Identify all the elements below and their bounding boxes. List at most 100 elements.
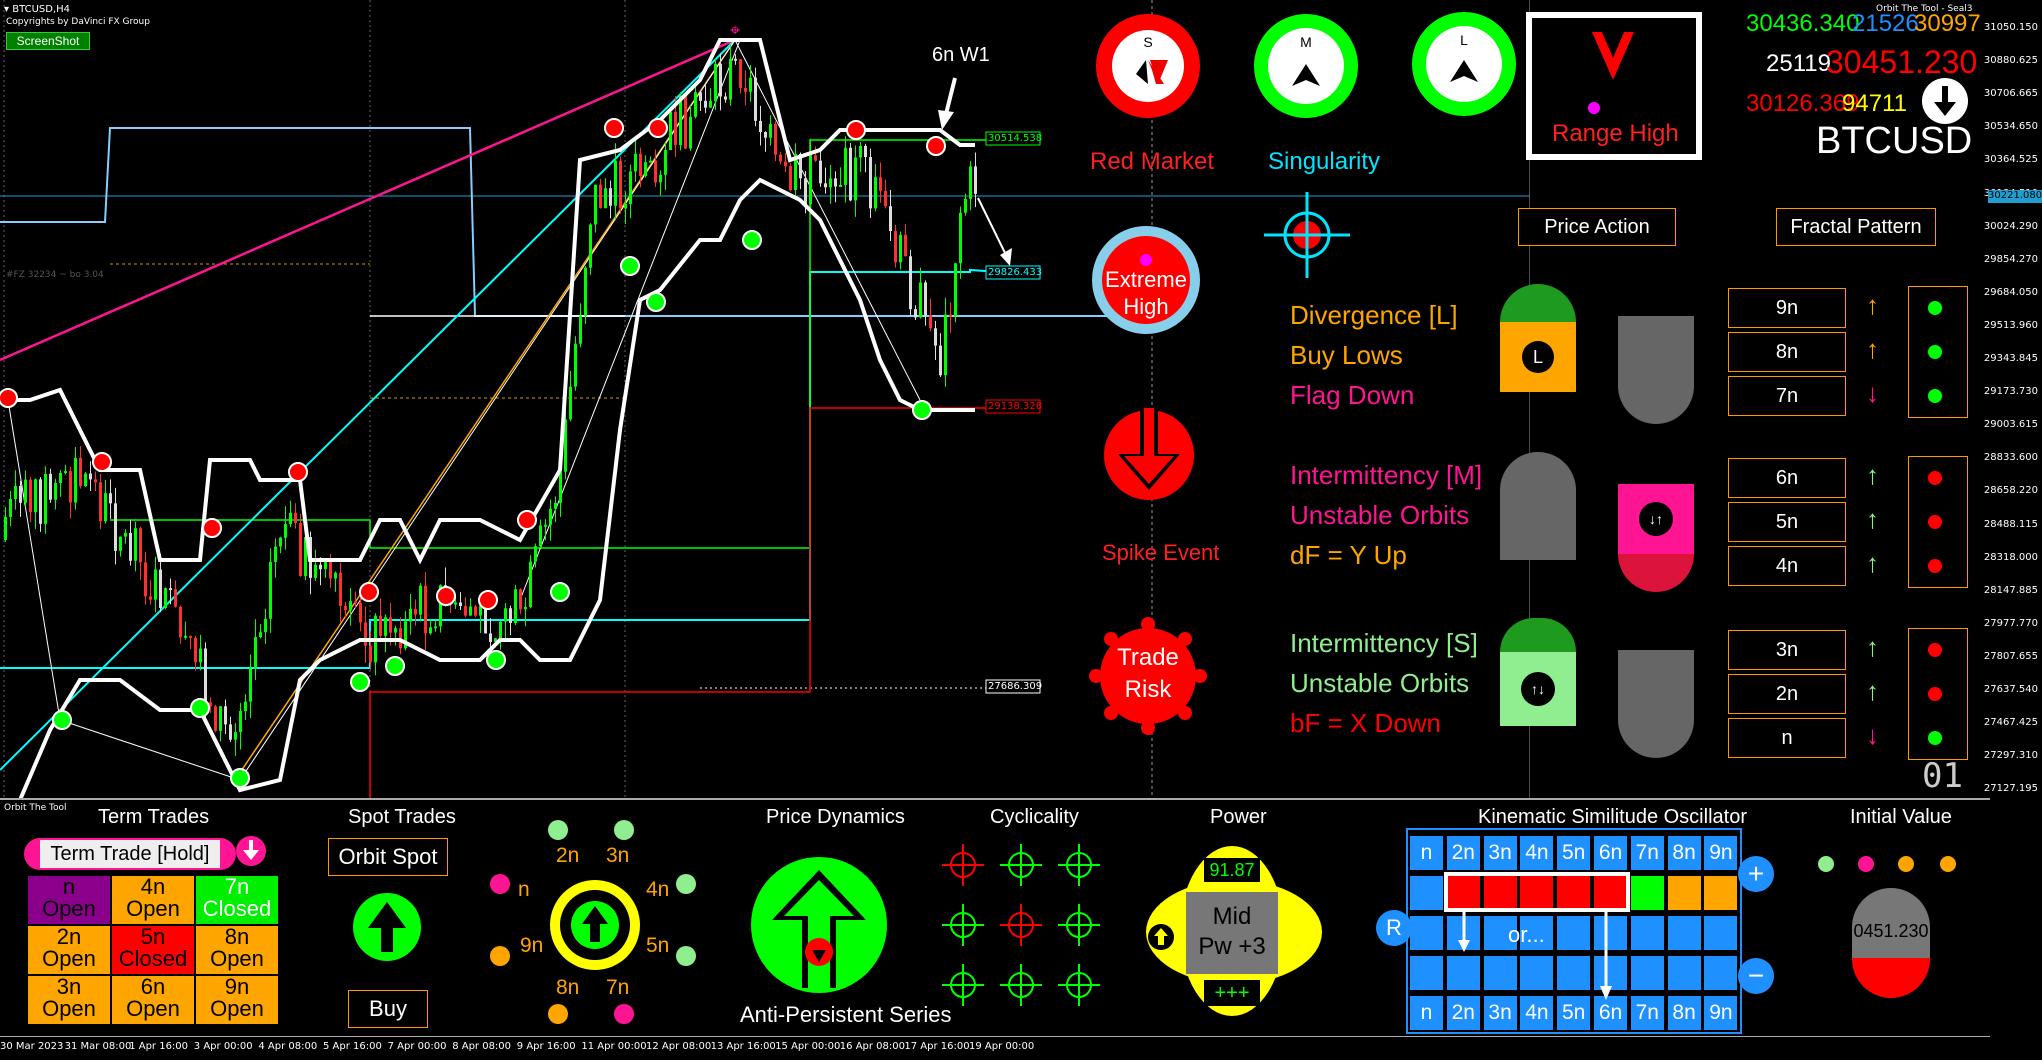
candle-body: [644, 162, 647, 177]
candle-body: [624, 203, 627, 209]
candle-body: [254, 637, 257, 669]
down-arrow-icon: ↓: [1866, 378, 1879, 408]
term-trade-cell[interactable]: 6n Open: [112, 976, 194, 1024]
candle-body: [614, 160, 617, 206]
group-m-line: Intermittency [M]: [1290, 460, 1483, 490]
down-arrow-icon[interactable]: [236, 836, 266, 866]
candle-body: [24, 479, 27, 503]
candle-body: [949, 314, 952, 317]
candle-body: [544, 524, 547, 527]
candle-body: [584, 267, 587, 316]
level-label: 27686.309: [988, 681, 1043, 692]
reset-button[interactable]: R: [1376, 910, 1412, 946]
candle-body: [894, 231, 897, 263]
term-trade-cell[interactable]: 7n Closed: [196, 876, 278, 924]
price-7: 94711: [1842, 90, 1907, 117]
price-tick: 27977.770: [1983, 617, 2038, 629]
candle-body: [49, 473, 52, 500]
term-trade-cell[interactable]: 2n Open: [28, 926, 110, 974]
date-tick: 31 Mar 08:00: [64, 1041, 132, 1052]
fractal-row-n[interactable]: n: [1728, 718, 1846, 758]
term-trade-cell[interactable]: 8n Open: [196, 926, 278, 974]
candle-body: [684, 95, 687, 149]
candle-body: [944, 314, 947, 376]
capsule-l: L: [1500, 284, 1576, 392]
power-title: Power: [1210, 806, 1267, 828]
date-tick: 12 Apr 08:00: [646, 1041, 712, 1052]
price-tick: 27127.195: [1983, 783, 2038, 795]
orbit-label: 2n: [556, 844, 580, 867]
orbit-label: n: [518, 878, 530, 901]
price-action-panel[interactable]: Price Action: [1518, 208, 1676, 246]
orbit-spot-button[interactable]: Orbit Spot: [328, 838, 448, 876]
candle-body: [699, 92, 702, 101]
fractal-row-6n[interactable]: 6n: [1728, 458, 1846, 498]
candle-body: [499, 621, 502, 639]
candle-body: [864, 145, 867, 158]
candle-body: [329, 561, 332, 579]
capsule-s: ↑↓: [1500, 618, 1576, 726]
term-trade-hold-bar[interactable]: Term Trade [Hold]: [24, 838, 236, 870]
term-trade-cell[interactable]: 3n Open: [28, 976, 110, 1024]
candle-body: [284, 524, 287, 538]
date-tick: 1 Apr 16:00: [129, 1041, 189, 1052]
orbit-dot: [490, 946, 510, 966]
cycle-crosshair-icon: [942, 844, 984, 886]
candle-body: [969, 166, 972, 199]
orbit-dot: [614, 1004, 634, 1024]
candle-body: [774, 123, 777, 155]
candle-body: [589, 224, 592, 268]
minus-button[interactable]: −: [1738, 958, 1774, 994]
candle-body: [659, 174, 662, 183]
candle-body: [834, 178, 837, 187]
candle-body: [629, 171, 632, 204]
term-trade-cell[interactable]: 4n Open: [112, 876, 194, 924]
symbol-label: BTCUSD: [1816, 120, 1973, 162]
buy-signal: [52, 710, 72, 730]
fractal-row-5n[interactable]: 5n: [1728, 502, 1846, 542]
medium-gauge: M: [1254, 14, 1358, 118]
candle-body: [924, 282, 927, 316]
fractal-row-4n[interactable]: 4n: [1728, 546, 1846, 586]
candle-body: [219, 706, 222, 731]
fractal-row-7n[interactable]: 7n: [1728, 376, 1846, 416]
candle-body: [169, 588, 172, 591]
candle-body: [719, 63, 722, 97]
term-trade-cell[interactable]: n Open: [28, 876, 110, 924]
spike-down-icon: [1104, 408, 1194, 500]
candle-body: [649, 160, 652, 163]
candle-body: [234, 732, 237, 740]
candle-body: [559, 471, 562, 503]
range-high-label: Range High: [1552, 120, 1679, 147]
candle-body: [454, 602, 457, 605]
fractal-row-8n[interactable]: 8n: [1728, 332, 1846, 372]
price-tick: 28147.885: [1983, 584, 2038, 596]
cycle-crosshair-icon: [942, 964, 984, 1006]
candle-body: [529, 561, 532, 607]
term-trade-cell[interactable]: 9n Open: [196, 976, 278, 1024]
compass-down-icon: [1136, 60, 1168, 84]
candle-body: [324, 561, 327, 570]
date-tick: 30 Mar 2023: [0, 1041, 64, 1052]
fractal-row-2n[interactable]: 2n: [1728, 674, 1846, 714]
candle-body: [179, 606, 182, 638]
price-tick: 28488.115: [1983, 518, 2038, 530]
plus-button[interactable]: +: [1738, 856, 1774, 892]
fractal-pattern-panel[interactable]: Fractal Pattern: [1776, 208, 1936, 246]
fractal-row-9n[interactable]: 9n: [1728, 288, 1846, 328]
price-tick: 30880.625: [1983, 55, 2038, 67]
up-arrow-icon: ↑: [1866, 676, 1879, 706]
down-arrow-icon: ↓: [1866, 720, 1879, 750]
buy-button[interactable]: Buy: [348, 990, 428, 1028]
level-label: 30514.538: [988, 133, 1043, 144]
date-tick: 7 Apr 00:00: [387, 1041, 447, 1052]
term-trade-cell[interactable]: 5n Closed: [112, 926, 194, 974]
price-tick: 28318.000: [1983, 551, 2038, 563]
candle-body: [654, 160, 657, 183]
candle-body: [744, 87, 747, 92]
fractal-row-3n[interactable]: 3n: [1728, 630, 1846, 670]
iv-dot: [1858, 856, 1874, 872]
cycle-crosshair-icon: [1000, 904, 1042, 946]
cycle-crosshair-icon: [1058, 844, 1100, 886]
screenshot-button[interactable]: ScreenShot: [6, 32, 90, 50]
